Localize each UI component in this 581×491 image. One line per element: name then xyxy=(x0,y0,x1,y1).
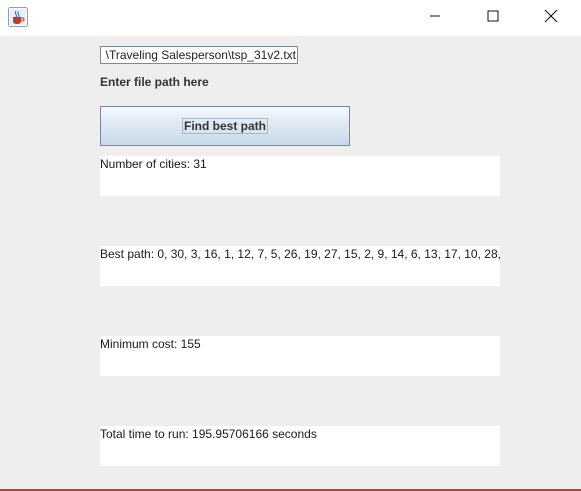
minimize-icon xyxy=(429,10,441,25)
minimize-button[interactable] xyxy=(412,0,458,34)
file-path-label: Enter file path here xyxy=(100,75,209,89)
close-icon xyxy=(544,9,558,26)
number-of-cities-field: Number of cities: 31 xyxy=(100,156,500,196)
title-bar[interactable] xyxy=(0,0,581,36)
file-path-input[interactable] xyxy=(100,46,298,64)
maximize-button[interactable] xyxy=(470,0,516,34)
maximize-icon xyxy=(487,10,499,25)
total-time-field: Total time to run: 195.95706166 seconds xyxy=(100,426,500,466)
java-cup-icon xyxy=(8,7,28,27)
best-path-field: Best path: 0, 30, 3, 16, 1, 12, 7, 5, 26… xyxy=(100,246,500,286)
minimum-cost-field: Minimum cost: 155 xyxy=(100,336,500,376)
close-button[interactable] xyxy=(528,0,574,34)
find-best-path-button-label: Find best path xyxy=(182,118,268,134)
find-best-path-button[interactable]: Find best path xyxy=(100,106,350,146)
